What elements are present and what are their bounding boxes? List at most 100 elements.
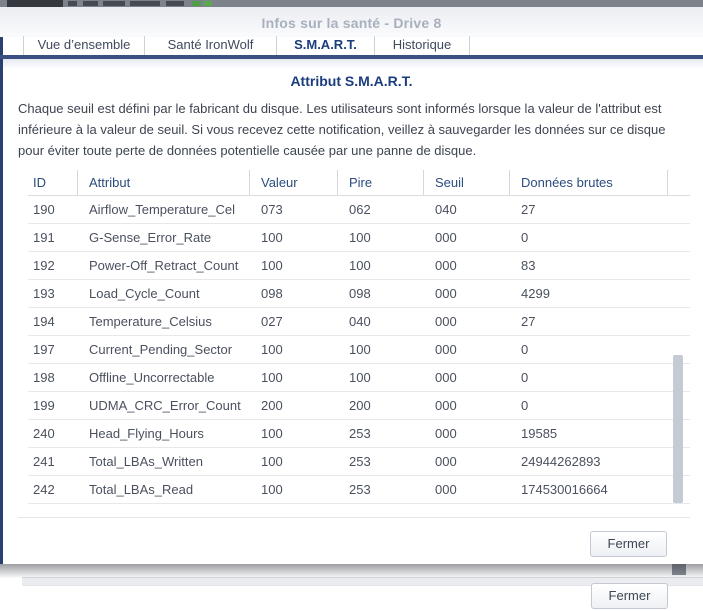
- cell-worst: 100: [349, 258, 371, 273]
- background-fragment: [83, 1, 98, 6]
- cell-raw-data: 24944262893: [521, 454, 601, 469]
- cell-raw-data: 27: [521, 314, 536, 329]
- cell-value: 100: [261, 258, 283, 273]
- cell-raw-data: 0: [521, 370, 529, 385]
- cell-value: 200: [261, 398, 283, 413]
- cell-id: 199: [33, 398, 55, 413]
- background-fragment: [68, 1, 77, 6]
- column-header-worst[interactable]: Pire: [338, 170, 424, 195]
- table-row: 193 Load_Cycle_Count 098 098 000 4299: [28, 280, 690, 308]
- cell-value: 100: [261, 426, 283, 441]
- cell-worst: 062: [349, 202, 371, 217]
- cell-value: 027: [261, 314, 283, 329]
- cell-gutter: [668, 224, 690, 251]
- content-top-fade: [3, 59, 703, 69]
- cell-worst: 098: [349, 286, 371, 301]
- dialog-left-border: [0, 7, 3, 564]
- cell-raw-data: 19585: [521, 426, 558, 441]
- cell-gutter: [668, 252, 690, 279]
- column-header-threshold[interactable]: Seuil: [424, 170, 510, 195]
- cell-worst: 253: [349, 482, 371, 497]
- cell-value: 100: [261, 342, 283, 357]
- cell-id: 242: [33, 482, 55, 497]
- cell-attribute: Load_Cycle_Count: [89, 286, 200, 301]
- status-green-fragment: [204, 1, 212, 6]
- cell-worst: 200: [349, 398, 371, 413]
- cell-threshold: 000: [435, 230, 457, 245]
- cell-threshold: 000: [435, 426, 457, 441]
- cell-worst: 253: [349, 454, 371, 469]
- cell-threshold: 040: [435, 202, 457, 217]
- cell-threshold: 000: [435, 398, 457, 413]
- cell-worst: 253: [349, 426, 371, 441]
- cell-id: 193: [33, 286, 55, 301]
- cell-raw-data: 4299: [521, 286, 550, 301]
- cell-id: 192: [33, 258, 55, 273]
- table-row: 191 G-Sense_Error_Rate 100 100 000 0: [28, 224, 690, 252]
- cell-attribute: Temperature_Celsius: [89, 314, 212, 329]
- cell-attribute: Current_Pending_Sector: [89, 342, 233, 357]
- tab-overview[interactable]: Vue d’ensemble: [23, 36, 145, 55]
- column-header-raw-data[interactable]: Données brutes: [510, 170, 668, 195]
- column-header-id[interactable]: ID: [28, 170, 78, 195]
- cell-threshold: 000: [435, 258, 457, 273]
- cell-worst: 100: [349, 370, 371, 385]
- table-row: 197 Current_Pending_Sector 100 100 000 0: [28, 336, 690, 364]
- column-header-value[interactable]: Valeur: [250, 170, 338, 195]
- cell-attribute: Total_LBAs_Read: [89, 482, 194, 497]
- tab-history[interactable]: Historique: [375, 36, 470, 55]
- status-green-fragment: [192, 1, 201, 6]
- panel-description: Chaque seuil est défini par le fabricant…: [18, 101, 666, 158]
- cell-attribute: G-Sense_Error_Rate: [89, 230, 212, 245]
- dialog-drop-shadow: [0, 563, 703, 578]
- cell-attribute: Airflow_Temperature_Cel: [89, 202, 235, 217]
- table-row: 240 Head_Flying_Hours 100 253 000 19585: [28, 420, 690, 448]
- cell-raw-data: 174530016664: [521, 482, 608, 497]
- cell-threshold: 000: [435, 370, 457, 385]
- cell-id: 240: [33, 426, 55, 441]
- cell-attribute: Total_LBAs_Written: [89, 454, 203, 469]
- tab-smart[interactable]: S.M.A.R.T.: [277, 36, 375, 55]
- cell-id: 190: [33, 202, 55, 217]
- cell-raw-data: 83: [521, 258, 536, 273]
- cell-id: 194: [33, 314, 55, 329]
- table-row: 192 Power-Off_Retract_Count 100 100 000 …: [28, 252, 690, 280]
- table-row: 199 UDMA_CRC_Error_Count 200 200 000 0: [28, 392, 690, 420]
- cell-threshold: 000: [435, 342, 457, 357]
- dialog-titlebar[interactable]: Infos sur la santé - Drive 8: [0, 7, 703, 37]
- background-fragment: [7, 0, 63, 7]
- dialog-title: Infos sur la santé - Drive 8: [261, 15, 442, 31]
- cell-id: 241: [33, 454, 55, 469]
- table-scrollbar-thumb[interactable]: [673, 355, 683, 503]
- close-button[interactable]: Fermer: [590, 531, 667, 557]
- cell-gutter: [668, 308, 690, 335]
- cell-threshold: 000: [435, 314, 457, 329]
- cell-gutter: [668, 196, 690, 223]
- cell-value: 100: [261, 454, 283, 469]
- background-fragment: [130, 1, 160, 6]
- cell-raw-data: 0: [521, 342, 529, 357]
- panel-heading: Attribut S.M.A.R.T.: [290, 73, 413, 89]
- cell-raw-data: 0: [521, 230, 529, 245]
- cell-id: 198: [33, 370, 55, 385]
- health-info-dialog: Infos sur la santé - Drive 8 Vue d’ensem…: [0, 7, 703, 564]
- cell-attribute: Power-Off_Retract_Count: [89, 258, 239, 273]
- background-fragment: [166, 1, 184, 6]
- cell-threshold: 000: [435, 482, 457, 497]
- tab-ironwolf-health[interactable]: Santé IronWolf: [145, 36, 277, 55]
- table-row: 198 Offline_Uncorrectable 100 100 000 0: [28, 364, 690, 392]
- background-fragment: [103, 1, 125, 6]
- cell-id: 191: [33, 230, 55, 245]
- cell-attribute: Offline_Uncorrectable: [89, 370, 215, 385]
- cell-threshold: 000: [435, 286, 457, 301]
- background-close-button[interactable]: Fermer: [591, 583, 668, 609]
- table-row: 242 Total_LBAs_Read 100 253 000 17453001…: [28, 476, 690, 504]
- cell-worst: 100: [349, 230, 371, 245]
- footer-separator: [18, 517, 690, 518]
- cell-value: 073: [261, 202, 283, 217]
- cell-value: 100: [261, 370, 283, 385]
- cell-raw-data: 0: [521, 398, 529, 413]
- cell-id: 197: [33, 342, 55, 357]
- column-header-attribute[interactable]: Attribut: [78, 170, 250, 195]
- table-row: 194 Temperature_Celsius 027 040 000 27: [28, 308, 690, 336]
